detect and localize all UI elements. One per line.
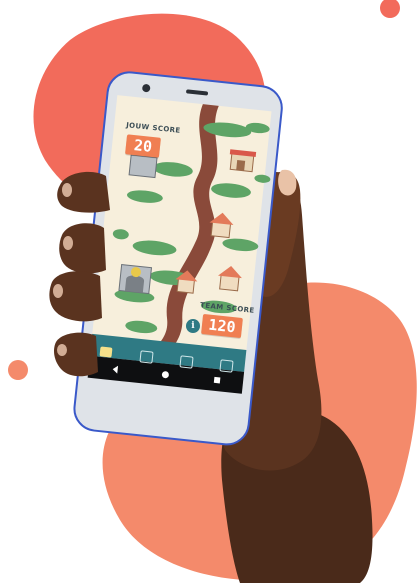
building-shop: [229, 149, 257, 173]
accent-dot-top-right: [380, 0, 400, 18]
profile-icon[interactable]: [139, 350, 154, 364]
fingernail: [62, 183, 72, 197]
scene-svg: [8, 0, 417, 583]
your-score-value: 20: [125, 134, 161, 158]
thumb-nail: [278, 169, 297, 196]
map-icon[interactable]: [99, 346, 113, 358]
badge-icon[interactable]: [179, 355, 194, 369]
scene: JOUW SCORE 20 TEAM SCORE i 120: [0, 0, 418, 583]
info-icon[interactable]: i: [186, 319, 200, 333]
news-icon[interactable]: [219, 359, 234, 373]
team-score-value: 120: [201, 313, 243, 339]
accent-dot-left: [8, 360, 28, 380]
fingernail: [53, 284, 63, 298]
fingernail: [63, 236, 73, 250]
fingernail: [57, 344, 67, 356]
recents-icon[interactable]: [213, 376, 221, 384]
